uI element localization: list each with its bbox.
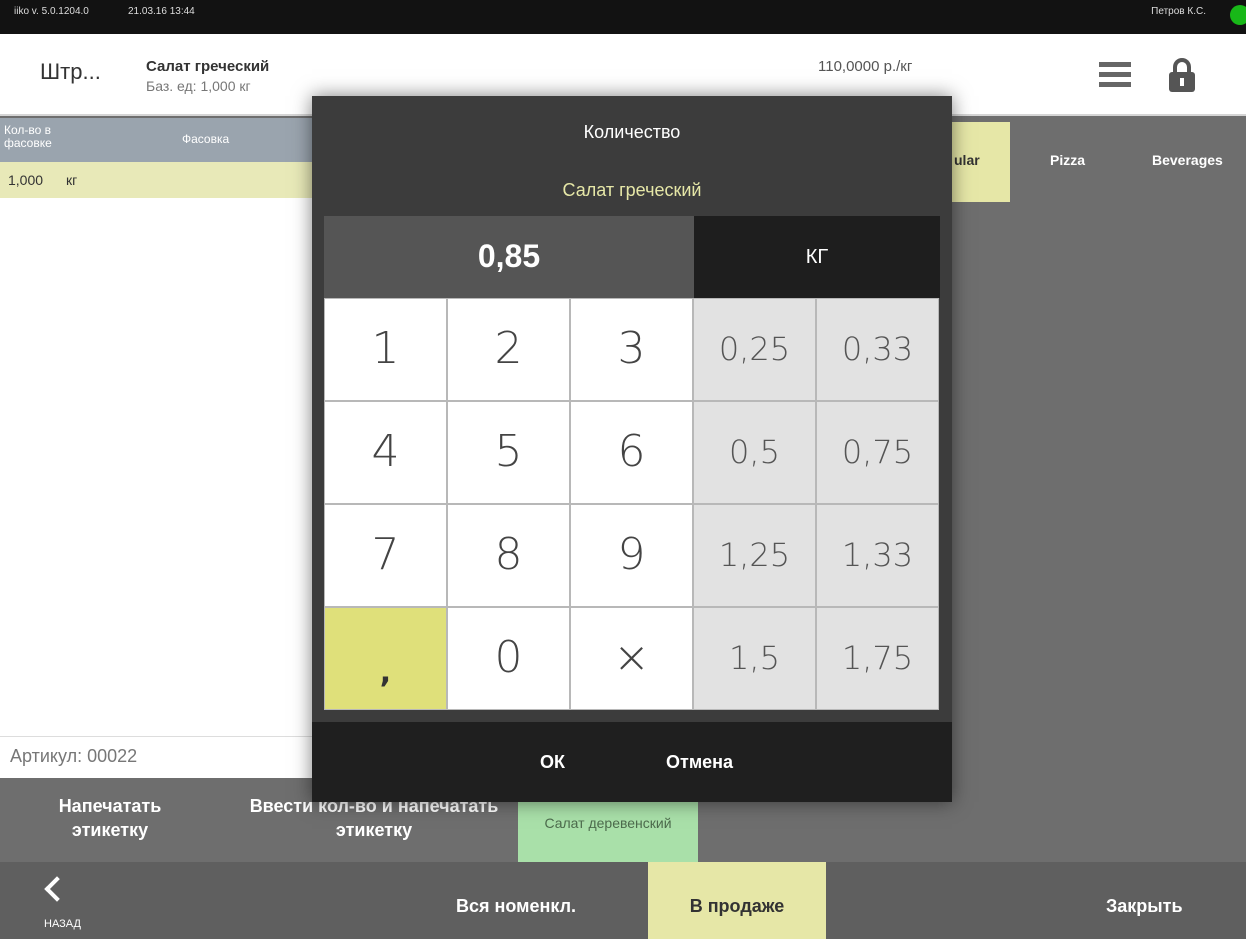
key-5[interactable]: 5 [447,401,570,504]
product-name: Салат греческий [146,58,270,75]
packaging-table: Кол-во в фасовке Фасовка 1,000 кг [0,118,312,778]
preset-0-25[interactable]: 0,25 [693,298,816,401]
category-pizza[interactable]: Pizza [1050,122,1130,202]
back-label: НАЗАД [44,918,81,930]
lock-icon[interactable] [1169,58,1195,92]
column-header-packaging: Фасовка [182,132,230,146]
chevron-left-icon [44,876,70,902]
preset-0-75[interactable]: 0,75 [816,401,939,504]
table-header: Кол-во в фасовке Фасовка [0,118,312,162]
menu-icon[interactable] [1099,62,1131,88]
preset-1-5[interactable]: 1,5 [693,607,816,710]
preset-1-25[interactable]: 1,25 [693,504,816,607]
clear-key-icon[interactable]: × [570,607,693,710]
quantity-display: 0,85 [324,216,694,298]
connection-status-indicator [1230,5,1246,25]
product-price: 110,0000 р./кг [818,58,913,75]
ok-button[interactable]: ОК [540,752,565,773]
dialog-product-name: Салат греческий [562,180,702,200]
barcode-mode-button[interactable]: Штр... [40,59,101,85]
preset-0-5[interactable]: 0,5 [693,401,816,504]
cancel-button[interactable]: Отмена [666,752,733,773]
category-regular[interactable]: ular [952,122,1010,202]
key-3[interactable]: 3 [570,298,693,401]
dialog-footer: ОК Отмена [312,722,952,802]
key-6[interactable]: 6 [570,401,693,504]
preset-1-75[interactable]: 1,75 [816,607,939,710]
print-label-button[interactable]: Напечатать этикетку [30,794,190,842]
key-4[interactable]: 4 [324,401,447,504]
all-items-button[interactable]: Вся номенкл. [456,896,576,917]
user-name: Петров К.С. [1151,6,1206,17]
key-2[interactable]: 2 [447,298,570,401]
unit-selector[interactable]: КГ [694,216,940,298]
keypad: 1 2 3 0,25 0,33 4 5 6 0,5 0,75 7 8 9 1,2… [324,298,940,710]
key-1[interactable]: 1 [324,298,447,401]
bottom-bar: НАЗАД Вся номенкл. В продаже Закрыть [0,862,1246,939]
product-base-unit: Баз. ед: 1,000 кг [146,78,251,94]
quantity-dialog: Количество Салат греческий 0,85 КГ 1 2 3… [312,96,952,802]
preset-1-33[interactable]: 1,33 [816,504,939,607]
row-unit: кг [66,172,78,188]
dialog-title: Количество [583,122,681,142]
table-row[interactable]: 1,000 кг [0,162,312,198]
column-header-qty: Кол-во в фасовке [4,123,52,150]
preset-0-33[interactable]: 0,33 [816,298,939,401]
row-qty: 1,000 [8,172,44,188]
date-time: 21.03.16 13:44 [128,6,195,17]
app-version: iiko v. 5.0.1204.0 [14,6,89,17]
on-sale-button[interactable]: В продаже [648,862,826,939]
article-number: Артикул: 00022 [0,736,312,778]
key-8[interactable]: 8 [447,504,570,607]
key-0[interactable]: 0 [447,607,570,710]
key-9[interactable]: 9 [570,504,693,607]
status-bar: iiko v. 5.0.1204.0 21.03.16 13:44 Петров… [0,0,1246,34]
close-button[interactable]: Закрыть [1106,896,1183,917]
key-7[interactable]: 7 [324,504,447,607]
key-comma[interactable]: , [324,607,447,710]
back-button[interactable]: НАЗАД [38,868,118,934]
category-beverages[interactable]: Beverages [1152,122,1246,202]
